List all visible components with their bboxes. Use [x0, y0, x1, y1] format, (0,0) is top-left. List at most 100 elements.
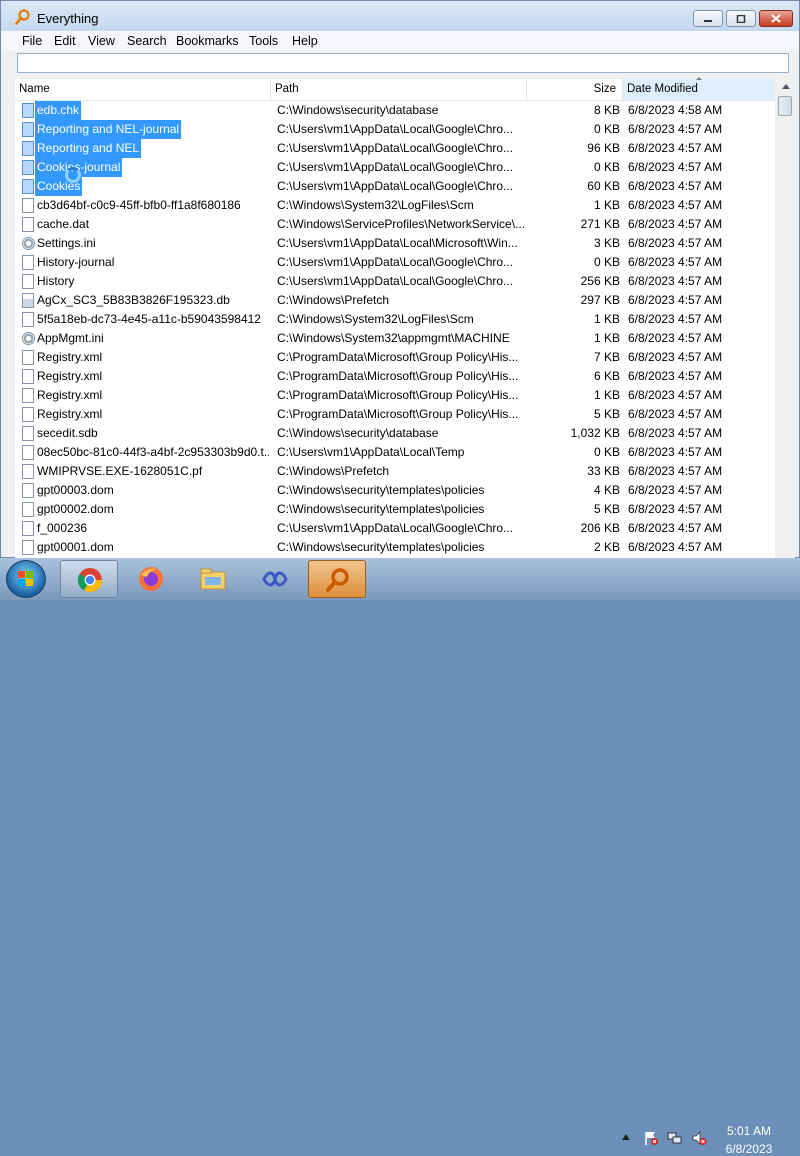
file-path: C:\ProgramData\Microsoft\Group Policy\Hi… — [277, 369, 519, 383]
title-bar[interactable]: Everything — [1, 1, 799, 31]
table-row[interactable]: Reporting and NEL C:\Users\vm1\AppData\Lo… — [15, 139, 775, 158]
file-size: 0 KB — [593, 255, 620, 269]
action-center-flag-icon[interactable] — [643, 1130, 659, 1146]
scrollbar-thumb[interactable] — [778, 96, 792, 116]
table-row[interactable]: cache.dat C:\Windows\ServiceProfiles\Netw… — [15, 215, 775, 234]
table-row[interactable]: edb.chk C:\Windows\security\database 8 KB 6… — [15, 101, 775, 120]
menu-tools[interactable]: Tools — [249, 34, 278, 48]
table-row[interactable]: AppMgmt.ini C:\Windows\System32\appmgmt\M… — [15, 329, 775, 348]
file-icon — [22, 483, 34, 498]
file-size: 2 KB — [593, 540, 620, 554]
column-header-path[interactable]: Path — [271, 79, 527, 100]
table-row[interactable]: WMIPRVSE.EXE-1628051C.pf C:\Windows\Prefe… — [15, 462, 775, 481]
file-icon — [22, 407, 34, 422]
file-icon — [22, 502, 34, 517]
table-row[interactable]: secedit.sdb C:\Windows\security\database 1… — [15, 424, 775, 443]
column-header-name[interactable]: Name — [15, 79, 271, 100]
file-date-modified: 6/8/2023 4:57 AM — [628, 540, 723, 554]
clock-time[interactable]: 5:01 AM — [700, 1124, 798, 1138]
table-row[interactable]: f_000236 C:\Users\vm1\AppData\Local\Googl… — [15, 519, 775, 538]
column-header-date-modified[interactable]: Date Modified — [623, 79, 775, 100]
start-button[interactable] — [6, 560, 46, 598]
file-size: 0 KB — [593, 160, 620, 174]
minimize-icon — [694, 11, 722, 26]
magnifier-app-icon — [15, 9, 30, 25]
table-row[interactable]: Settings.ini C:\Users\vm1\AppData\Local\M… — [15, 234, 775, 253]
table-row[interactable]: gpt00001.dom C:\Windows\security\template… — [15, 538, 775, 557]
file-size: 7 KB — [593, 350, 620, 364]
file-size: 1 KB — [593, 388, 620, 402]
file-icon — [22, 388, 34, 403]
file-size: 4 KB — [593, 483, 620, 497]
file-icon — [22, 540, 34, 555]
table-row[interactable]: Registry.xml C:\ProgramData\Microsoft\Gro… — [15, 348, 775, 367]
file-size: 8 KB — [593, 103, 620, 117]
file-name: f_000236 — [37, 521, 88, 535]
table-row[interactable]: Cookies C:\Users\vm1\AppData\Local\Google… — [15, 177, 775, 196]
table-row[interactable]: gpt00003.dom C:\Windows\security\template… — [15, 481, 775, 500]
table-row[interactable]: AgCx_SC3_5B83B3826F195323.db C:\Windows\P… — [15, 291, 775, 310]
close-button[interactable] — [759, 10, 793, 27]
file-path: C:\Windows\security\templates\policies — [277, 540, 485, 554]
table-row[interactable]: History-journal C:\Users\vm1\AppData\Loca… — [15, 253, 775, 272]
file-path: C:\Windows\System32\LogFiles\Scm — [277, 198, 474, 212]
file-explorer-icon — [200, 568, 226, 590]
taskbar-firefox[interactable] — [122, 560, 180, 598]
menu-view[interactable]: View — [88, 34, 115, 48]
file-size: 206 KB — [580, 521, 620, 535]
table-row[interactable]: Registry.xml C:\ProgramData\Microsoft\Gro… — [15, 405, 775, 424]
file-path: C:\Users\vm1\AppData\Local\Google\Chro..… — [277, 255, 514, 269]
table-row[interactable]: gpt00002.dom C:\Windows\security\template… — [15, 500, 775, 519]
file-size: 0 KB — [593, 122, 620, 136]
file-date-modified: 6/8/2023 4:57 AM — [628, 350, 723, 364]
maximize-button[interactable] — [726, 10, 756, 27]
column-header-size[interactable]: Size — [527, 79, 623, 100]
file-name: Reporting and NEL-journal — [35, 120, 182, 139]
table-row[interactable]: History C:\Users\vm1\AppData\Local\Google… — [15, 272, 775, 291]
file-date-modified: 6/8/2023 4:57 AM — [628, 293, 723, 307]
menu-bookmarks[interactable]: Bookmarks — [176, 34, 239, 48]
file-name: cb3d64bf-c0c9-45ff-bfb0-ff1a8f680186 — [37, 198, 241, 212]
file-date-modified: 6/8/2023 4:57 AM — [628, 521, 723, 535]
taskbar-everything[interactable] — [308, 560, 366, 598]
file-icon — [22, 255, 34, 270]
menu-bar: File Edit View Search Bookmarks Tools He… — [1, 31, 799, 51]
vertical-scrollbar[interactable] — [775, 79, 795, 559]
menu-help[interactable]: Help — [292, 34, 318, 48]
settings-file-icon — [22, 237, 35, 250]
file-date-modified: 6/8/2023 4:57 AM — [628, 217, 723, 231]
taskbar-visual-studio[interactable] — [246, 560, 304, 598]
file-size: 5 KB — [593, 407, 620, 421]
table-row[interactable]: 5f5a18eb-dc73-4e45-a11c-b59043598412 C:\W… — [15, 310, 775, 329]
clock-date[interactable]: 6/8/2023 — [700, 1142, 798, 1156]
file-icon — [22, 141, 34, 156]
file-name: 5f5a18eb-dc73-4e45-a11c-b59043598412 — [37, 312, 261, 326]
menu-file[interactable]: File — [22, 34, 42, 48]
minimize-button[interactable] — [693, 10, 723, 27]
table-row[interactable]: cb3d64bf-c0c9-45ff-bfb0-ff1a8f680186 C:\W… — [15, 196, 775, 215]
network-icon[interactable] — [667, 1130, 683, 1146]
taskbar-chrome[interactable] — [60, 560, 118, 598]
menu-edit[interactable]: Edit — [54, 34, 76, 48]
table-row[interactable]: Reporting and NEL-journal C:\Users\vm1\Ap… — [15, 120, 775, 139]
table-row[interactable]: Registry.xml C:\ProgramData\Microsoft\Gro… — [15, 386, 775, 405]
results-list[interactable]: edb.chk C:\Windows\security\database 8 KB 6… — [15, 101, 775, 559]
file-path: C:\Windows\security\database — [277, 103, 439, 117]
file-size: 60 KB — [587, 179, 620, 193]
show-hidden-icons-icon[interactable] — [622, 1134, 630, 1140]
scroll-up-icon[interactable] — [782, 84, 790, 89]
taskbar-file-explorer[interactable] — [184, 560, 242, 598]
search-input[interactable] — [17, 53, 789, 73]
file-size: 256 KB — [580, 274, 620, 288]
table-row[interactable]: 08ec50bc-81c0-44f3-a4bf-2c953303b9d0.t..… — [15, 443, 775, 462]
file-name: cache.dat — [37, 217, 90, 231]
file-size: 1 KB — [593, 198, 620, 212]
file-date-modified: 6/8/2023 4:57 AM — [628, 407, 723, 421]
table-row[interactable]: Registry.xml C:\ProgramData\Microsoft\Gro… — [15, 367, 775, 386]
table-row[interactable]: Cookies-journal C:\Users\vm1\AppData\Loca… — [15, 158, 775, 177]
visual-studio-icon — [262, 571, 288, 587]
menu-search[interactable]: Search — [127, 34, 167, 48]
busy-cursor-icon — [65, 167, 81, 183]
file-path: C:\Users\vm1\AppData\Local\Google\Chro..… — [277, 179, 514, 193]
file-date-modified: 6/8/2023 4:57 AM — [628, 236, 723, 250]
